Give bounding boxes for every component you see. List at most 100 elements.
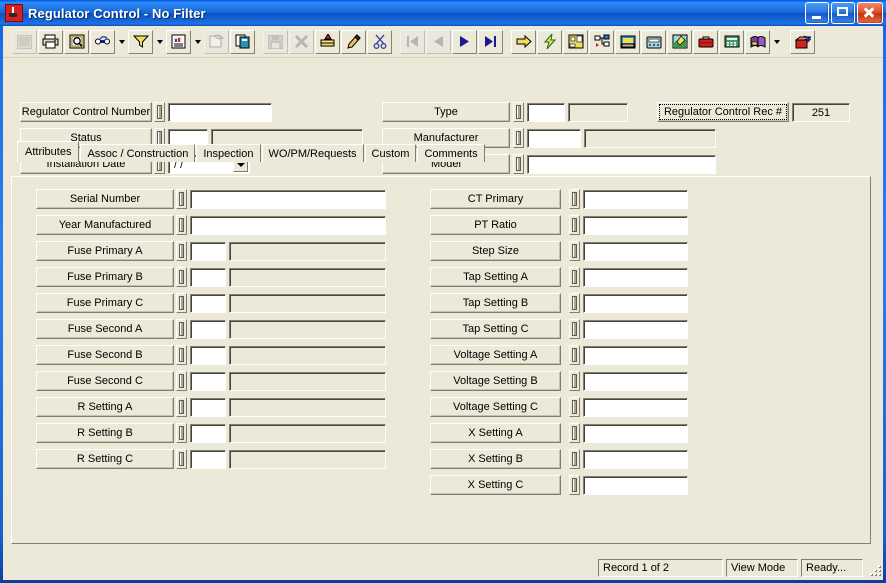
goto-icon[interactable] bbox=[511, 29, 536, 54]
lookup-button-manufacturer[interactable] bbox=[513, 128, 524, 148]
lookup-button-tap-setting-b[interactable] bbox=[569, 293, 580, 313]
field-label-r-setting-b[interactable]: R Setting B bbox=[36, 423, 174, 443]
lookup-button-year-manufactured[interactable] bbox=[176, 215, 187, 235]
filter-dropdown-arrow[interactable] bbox=[154, 31, 165, 53]
voltage-setting-a-input[interactable] bbox=[583, 346, 688, 365]
toolbox-icon[interactable] bbox=[693, 29, 718, 54]
lookup-button-model[interactable] bbox=[513, 154, 524, 174]
delete-icon[interactable] bbox=[289, 29, 314, 54]
report-dropdown-arrow[interactable] bbox=[192, 31, 203, 53]
lookup-button-r-setting-a[interactable] bbox=[176, 397, 187, 417]
lookup-button-tap-setting-a[interactable] bbox=[569, 267, 580, 287]
regulator-control-rec-button[interactable]: Regulator Control Rec # bbox=[657, 102, 789, 122]
exit-icon[interactable] bbox=[790, 29, 815, 54]
drawing-icon[interactable] bbox=[667, 29, 692, 54]
field-label-step-size[interactable]: Step Size bbox=[430, 241, 561, 261]
field-label-voltage-setting-c[interactable]: Voltage Setting C bbox=[430, 397, 561, 417]
tab-assoc-construction[interactable]: Assoc / Construction bbox=[80, 144, 196, 162]
field-label-tap-setting-b[interactable]: Tap Setting B bbox=[430, 293, 561, 313]
tap-setting-c-input[interactable] bbox=[583, 320, 688, 339]
field-label-pt-ratio[interactable]: PT Ratio bbox=[430, 215, 561, 235]
voltage-setting-b-input[interactable] bbox=[583, 372, 688, 391]
field-label-tap-setting-c[interactable]: Tap Setting C bbox=[430, 319, 561, 339]
lightning-icon[interactable] bbox=[537, 29, 562, 54]
report-icon[interactable] bbox=[166, 29, 191, 54]
field-label-fuse-primary-b[interactable]: Fuse Primary B bbox=[36, 267, 174, 287]
tab-comments[interactable]: Comments bbox=[417, 144, 485, 162]
fuse-primary-b-code-input[interactable] bbox=[190, 268, 226, 287]
tab-attributes[interactable]: Attributes bbox=[17, 141, 80, 162]
tree-icon[interactable] bbox=[589, 29, 614, 54]
step-size-input[interactable] bbox=[583, 242, 688, 261]
print-preview-icon[interactable] bbox=[64, 29, 89, 54]
field-label-type[interactable]: Type bbox=[382, 102, 510, 122]
field-label-tap-setting-a[interactable]: Tap Setting A bbox=[430, 267, 561, 287]
x-setting-b-input[interactable] bbox=[583, 450, 688, 469]
fuse-primary-a-code-input[interactable] bbox=[190, 242, 226, 261]
tap-setting-b-input[interactable] bbox=[583, 294, 688, 313]
help-dropdown-arrow[interactable] bbox=[771, 31, 782, 53]
regulator-control-number-input[interactable] bbox=[168, 103, 272, 122]
add-record-icon[interactable] bbox=[315, 29, 340, 54]
field-label-fuse-second-c[interactable]: Fuse Second C bbox=[36, 371, 174, 391]
minimize-button[interactable] bbox=[805, 2, 829, 24]
field-label-voltage-setting-b[interactable]: Voltage Setting B bbox=[430, 371, 561, 391]
voltage-setting-c-input[interactable] bbox=[583, 398, 688, 417]
lookup-button-voltage-setting-b[interactable] bbox=[569, 371, 580, 391]
tab-wo-pm-requests[interactable]: WO/PM/Requests bbox=[261, 144, 364, 162]
help-book-icon[interactable] bbox=[745, 29, 770, 54]
lookup-button-fuse-second-b[interactable] bbox=[176, 345, 187, 365]
pt-ratio-input[interactable] bbox=[583, 216, 688, 235]
field-label-serial-number[interactable]: Serial Number bbox=[36, 189, 174, 209]
field-label-fuse-primary-a[interactable]: Fuse Primary A bbox=[36, 241, 174, 261]
tab-custom[interactable]: Custom bbox=[364, 144, 417, 162]
lookup-button-pt-ratio[interactable] bbox=[569, 215, 580, 235]
lookup-button-x-setting-c[interactable] bbox=[569, 475, 580, 495]
phone-icon[interactable] bbox=[641, 29, 666, 54]
lookup-button-fuse-primary-a[interactable] bbox=[176, 241, 187, 261]
model-input[interactable] bbox=[527, 155, 716, 174]
tab-inspection[interactable]: Inspection bbox=[196, 144, 261, 162]
manufacturer-code-input[interactable] bbox=[527, 129, 581, 148]
save-icon[interactable] bbox=[263, 29, 288, 54]
field-label-x-setting-b[interactable]: X Setting B bbox=[430, 449, 561, 469]
previous-record-icon[interactable] bbox=[426, 29, 451, 54]
r-setting-b-code-input[interactable] bbox=[190, 424, 226, 443]
lookup-button-fuse-second-a[interactable] bbox=[176, 319, 187, 339]
fuse-second-a-code-input[interactable] bbox=[190, 320, 226, 339]
print-icon[interactable] bbox=[38, 29, 63, 54]
x-setting-c-input[interactable] bbox=[583, 476, 688, 495]
lookup-button-fuse-second-c[interactable] bbox=[176, 371, 187, 391]
first-record-icon[interactable] bbox=[400, 29, 425, 54]
field-label-regulator-control-number[interactable]: Regulator Control Number bbox=[20, 102, 152, 122]
fuse-second-c-code-input[interactable] bbox=[190, 372, 226, 391]
x-setting-a-input[interactable] bbox=[583, 424, 688, 443]
lookup-button-x-setting-a[interactable] bbox=[569, 423, 580, 443]
field-label-x-setting-c[interactable]: X Setting C bbox=[430, 475, 561, 495]
lookup-button-r-setting-b[interactable] bbox=[176, 423, 187, 443]
field-label-x-setting-a[interactable]: X Setting A bbox=[430, 423, 561, 443]
lookup-button-ct-primary[interactable] bbox=[569, 189, 580, 209]
lookup-button-fuse-primary-c[interactable] bbox=[176, 293, 187, 313]
next-record-icon[interactable] bbox=[452, 29, 477, 54]
lookup-button-voltage-setting-a[interactable] bbox=[569, 345, 580, 365]
properties-icon[interactable] bbox=[204, 29, 229, 54]
field-label-ct-primary[interactable]: CT Primary bbox=[430, 189, 561, 209]
copy-record-icon[interactable] bbox=[230, 29, 255, 54]
field-label-fuse-second-b[interactable]: Fuse Second B bbox=[36, 345, 174, 365]
ct-primary-input[interactable] bbox=[583, 190, 688, 209]
lookup-button-tap-setting-c[interactable] bbox=[569, 319, 580, 339]
grid-view-icon[interactable] bbox=[12, 29, 37, 54]
resize-grip-icon[interactable] bbox=[866, 561, 880, 575]
lookup-button-voltage-setting-c[interactable] bbox=[569, 397, 580, 417]
lookup-button-x-setting-b[interactable] bbox=[569, 449, 580, 469]
r-setting-a-code-input[interactable] bbox=[190, 398, 226, 417]
lookup-button-serial-number[interactable] bbox=[176, 189, 187, 209]
lookup-button-fuse-primary-b[interactable] bbox=[176, 267, 187, 287]
lookup-button-r-setting-c[interactable] bbox=[176, 449, 187, 469]
type-code-input[interactable] bbox=[527, 103, 565, 122]
picture-icon[interactable] bbox=[615, 29, 640, 54]
lookup-button-regulator-control-number[interactable] bbox=[154, 102, 165, 122]
find-icon[interactable] bbox=[90, 29, 115, 54]
fuse-primary-c-code-input[interactable] bbox=[190, 294, 226, 313]
